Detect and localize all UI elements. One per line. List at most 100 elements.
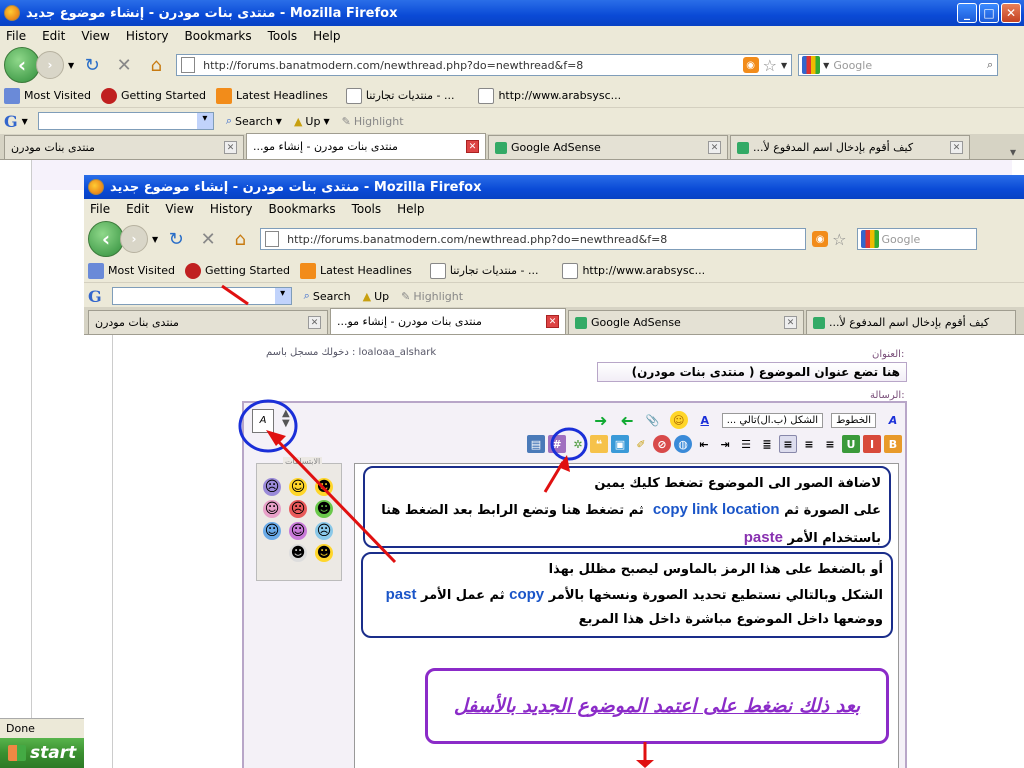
forward-button[interactable]: › bbox=[36, 51, 64, 79]
bookmark-star-icon[interactable]: ☆ bbox=[763, 56, 777, 75]
up-folder-icon: ▲ bbox=[362, 289, 372, 303]
google-search-combo[interactable] bbox=[37, 112, 214, 130]
up-button[interactable]: ▲ Up ▼ bbox=[294, 115, 330, 128]
history-dropdown-icon[interactable]: ▼ bbox=[68, 61, 74, 70]
menu-history[interactable]: History bbox=[126, 29, 169, 43]
search-box[interactable]: ▼ Google ⌕ bbox=[798, 54, 999, 76]
inner-tab-help-question: كيف أقوم بإدخال اسم المدفوع لأ... bbox=[806, 310, 1016, 334]
minimize-button[interactable]: _ bbox=[957, 3, 977, 23]
stop-icon[interactable]: ✕ bbox=[112, 53, 136, 77]
home-icon: ⌂ bbox=[234, 228, 246, 250]
quote-box-icon[interactable]: ▤ bbox=[527, 435, 545, 453]
redo-icon[interactable]: ➜ bbox=[592, 411, 610, 430]
google-menu-dropdown-icon[interactable]: ▼ bbox=[22, 117, 28, 126]
code-icon[interactable]: # bbox=[548, 435, 566, 453]
smilie-grin-icon[interactable]: ☻ bbox=[315, 500, 333, 518]
smilie-blush-icon[interactable]: ☺ bbox=[289, 522, 307, 540]
message-textarea[interactable]: لاضافة الصور الى الموضوع تضغط كليك يمين … bbox=[354, 463, 899, 768]
smilie-confused-icon[interactable]: ☹ bbox=[315, 522, 333, 540]
tab-close-icon[interactable]: ✕ bbox=[466, 140, 479, 153]
google-logo[interactable]: G bbox=[4, 112, 18, 131]
tab-close-icon[interactable]: ✕ bbox=[708, 141, 721, 154]
wysiwyg-toggle-icon[interactable]: A bbox=[252, 409, 274, 433]
bookmark-arabsysc[interactable]: http://www.arabsysc... bbox=[478, 87, 621, 104]
align-center-icon[interactable]: ≡ bbox=[800, 435, 818, 453]
google-engine-icon bbox=[860, 230, 879, 248]
tab-forum-home[interactable]: منتدى بنات مودرن ✕ bbox=[4, 135, 244, 159]
italic-icon[interactable]: I bbox=[863, 435, 881, 453]
smilie-sad-icon[interactable]: ☹ bbox=[263, 478, 281, 496]
gear-icon[interactable]: ✲ bbox=[569, 435, 587, 453]
size-select[interactable]: الشكل (ب.ال)تالي ... bbox=[721, 412, 824, 428]
text-color-icon[interactable]: A bbox=[696, 411, 714, 429]
menu-bookmarks[interactable]: Bookmarks bbox=[185, 29, 252, 43]
insert-image-icon[interactable]: ▣ bbox=[611, 435, 629, 453]
embedded-screenshot: منتدى بنات مودرن - إنشاء موضوع جديد - Mo… bbox=[84, 175, 1024, 768]
align-left-icon[interactable]: ≡ bbox=[779, 435, 797, 453]
remove-link-icon[interactable]: ⊘ bbox=[653, 435, 671, 453]
reload-icon[interactable]: ↻ bbox=[80, 53, 104, 77]
smilie-icon[interactable]: ☺ bbox=[669, 411, 688, 429]
url-bar[interactable]: http://forums.banatmodern.com/newthread.… bbox=[176, 54, 793, 76]
stop-icon: ✕ bbox=[200, 228, 216, 250]
quote-bubble-icon[interactable]: ❝ bbox=[590, 435, 608, 453]
highlight-button[interactable]: ✎ Highlight bbox=[342, 115, 404, 128]
bookmark-most-visited[interactable]: Most Visited bbox=[4, 87, 91, 104]
bookmark-tejaratna[interactable]: منتديات تجارتنا - ... bbox=[345, 87, 454, 104]
resize-arrows-icon[interactable]: ▲ ▼ bbox=[282, 409, 290, 429]
inner-bookmark-most-visited: Most Visited bbox=[88, 262, 175, 279]
navigation-toolbar: ‹ › ▼ ↻ ✕ ⌂ http://forums.banatmodern.co… bbox=[0, 46, 1024, 84]
font-select[interactable]: الخطوط bbox=[831, 412, 876, 428]
menu-edit[interactable]: Edit bbox=[42, 29, 65, 43]
most-visited-icon bbox=[4, 87, 20, 104]
inner-google-search-combo bbox=[111, 287, 292, 305]
bookmark-getting-started[interactable]: Getting Started bbox=[100, 87, 206, 104]
tab-close-icon[interactable]: ✕ bbox=[950, 141, 963, 154]
bold-icon[interactable]: B bbox=[884, 435, 902, 453]
tab-list-icon[interactable]: ▾ bbox=[1002, 145, 1024, 159]
page-icon bbox=[562, 262, 579, 279]
bullet-list-icon[interactable]: ☰ bbox=[737, 435, 755, 453]
smilie-tongue-icon[interactable]: ☺ bbox=[263, 500, 281, 518]
remove-format-icon[interactable]: A bbox=[884, 411, 902, 429]
smilie-smile-icon[interactable]: ☺ bbox=[289, 478, 307, 496]
indent-icon[interactable]: ⇥ bbox=[716, 435, 734, 453]
menu-view[interactable]: View bbox=[81, 29, 109, 43]
close-button[interactable]: ✕ bbox=[1001, 3, 1021, 23]
maximize-button[interactable]: □ bbox=[979, 3, 999, 23]
menu-help[interactable]: Help bbox=[313, 29, 340, 43]
outdent-icon[interactable]: ⇤ bbox=[695, 435, 713, 453]
tab-close-icon[interactable]: ✕ bbox=[224, 141, 237, 154]
google-engine-icon[interactable] bbox=[802, 56, 821, 74]
title-input[interactable]: هنا تضع عنوان الموضوع ( منتدى بنات مودرن… bbox=[597, 362, 907, 382]
smilie-angry-icon[interactable]: ☹ bbox=[289, 500, 307, 518]
insert-link-icon[interactable]: ✐ bbox=[632, 435, 650, 453]
underline-icon[interactable]: U bbox=[842, 435, 860, 453]
tab-help-question[interactable]: كيف أقوم بإدخال اسم المدفوع لأ... ✕ bbox=[730, 135, 970, 159]
rss-icon[interactable]: ◉ bbox=[742, 57, 759, 73]
numbered-list-icon[interactable]: ≣ bbox=[758, 435, 776, 453]
align-right-icon[interactable]: ≡ bbox=[821, 435, 839, 453]
page-left-border bbox=[112, 335, 113, 768]
attachment-icon[interactable]: 📎 bbox=[644, 411, 662, 429]
engine-dropdown-icon[interactable]: ▼ bbox=[823, 61, 829, 70]
smilie-wink-icon[interactable]: ☻ bbox=[315, 478, 333, 496]
home-icon[interactable]: ⌂ bbox=[144, 53, 168, 77]
back-button[interactable]: ‹ bbox=[4, 47, 40, 83]
globe-icon[interactable]: ◍ bbox=[674, 435, 692, 453]
smilie-sunglasses-icon[interactable]: ☻ bbox=[315, 544, 333, 562]
smilie-eek-icon[interactable]: ☻ bbox=[289, 544, 307, 562]
undo-icon[interactable]: ➜ bbox=[618, 411, 636, 430]
search-icon[interactable]: ⌕ bbox=[987, 58, 993, 72]
google-search-button[interactable]: ⌕ Search ▼ bbox=[226, 114, 282, 128]
menu-tools[interactable]: Tools bbox=[268, 29, 298, 43]
inner-tab-forum-home: منتدى بنات مودرن ✕ bbox=[88, 310, 328, 334]
bookmark-latest-headlines[interactable]: Latest Headlines bbox=[216, 87, 328, 104]
url-dropdown-icon[interactable]: ▼ bbox=[781, 61, 787, 70]
history-dropdown-icon: ▼ bbox=[152, 234, 159, 244]
forum-page: دخولك مسجل باسم : loaloaa_alshark العنوا… bbox=[84, 335, 1024, 768]
tab-google-adsense[interactable]: Google AdSense ✕ bbox=[488, 135, 728, 159]
tab-new-thread[interactable]: منتدى بنات مودرن - إنشاء مو... ✕ bbox=[246, 133, 486, 159]
menu-file[interactable]: File bbox=[6, 29, 26, 43]
smilie-cool-icon[interactable]: ☺ bbox=[263, 522, 281, 540]
